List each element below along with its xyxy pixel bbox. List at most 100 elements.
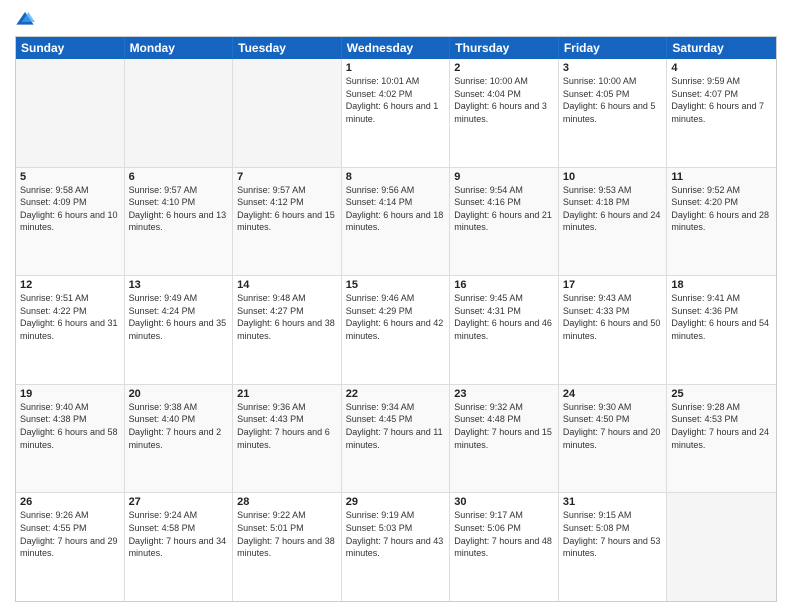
week-row-3: 19Sunrise: 9:40 AMSunset: 4:38 PMDayligh…	[16, 385, 776, 494]
day-cell-9: 9Sunrise: 9:54 AMSunset: 4:16 PMDaylight…	[450, 168, 559, 276]
sunset-text: Sunset: 4:38 PM	[20, 413, 120, 426]
day-cell-19: 19Sunrise: 9:40 AMSunset: 4:38 PMDayligh…	[16, 385, 125, 493]
day-cell-5: 5Sunrise: 9:58 AMSunset: 4:09 PMDaylight…	[16, 168, 125, 276]
cell-info: Sunrise: 9:40 AMSunset: 4:38 PMDaylight:…	[20, 401, 120, 451]
cell-info: Sunrise: 9:52 AMSunset: 4:20 PMDaylight:…	[671, 184, 772, 234]
day-cell-4: 4Sunrise: 9:59 AMSunset: 4:07 PMDaylight…	[667, 59, 776, 167]
sunrise-text: Sunrise: 9:38 AM	[129, 401, 229, 414]
sunrise-text: Sunrise: 9:43 AM	[563, 292, 663, 305]
daylight-text: Daylight: 6 hours and 15 minutes.	[237, 209, 337, 234]
day-of-week-thursday: Thursday	[450, 37, 559, 59]
daylight-text: Daylight: 7 hours and 38 minutes.	[237, 535, 337, 560]
week-row-4: 26Sunrise: 9:26 AMSunset: 4:55 PMDayligh…	[16, 493, 776, 601]
cell-info: Sunrise: 9:49 AMSunset: 4:24 PMDaylight:…	[129, 292, 229, 342]
sunset-text: Sunset: 4:14 PM	[346, 196, 446, 209]
sunrise-text: Sunrise: 9:26 AM	[20, 509, 120, 522]
sunrise-text: Sunrise: 9:49 AM	[129, 292, 229, 305]
day-number: 14	[237, 279, 337, 291]
day-cell-29: 29Sunrise: 9:19 AMSunset: 5:03 PMDayligh…	[342, 493, 451, 601]
day-number: 16	[454, 279, 554, 291]
day-number: 6	[129, 171, 229, 183]
day-cell-7: 7Sunrise: 9:57 AMSunset: 4:12 PMDaylight…	[233, 168, 342, 276]
daylight-text: Daylight: 6 hours and 18 minutes.	[346, 209, 446, 234]
day-number: 26	[20, 496, 120, 508]
sunrise-text: Sunrise: 9:58 AM	[20, 184, 120, 197]
day-cell-3: 3Sunrise: 10:00 AMSunset: 4:05 PMDayligh…	[559, 59, 668, 167]
sunset-text: Sunset: 4:53 PM	[671, 413, 772, 426]
sunset-text: Sunset: 4:07 PM	[671, 88, 772, 101]
sunrise-text: Sunrise: 9:22 AM	[237, 509, 337, 522]
empty-cell-0-1	[125, 59, 234, 167]
day-of-week-friday: Friday	[559, 37, 668, 59]
day-of-week-sunday: Sunday	[16, 37, 125, 59]
sunrise-text: Sunrise: 10:01 AM	[346, 75, 446, 88]
day-number: 2	[454, 62, 554, 74]
cell-info: Sunrise: 9:24 AMSunset: 4:58 PMDaylight:…	[129, 509, 229, 559]
empty-cell-0-0	[16, 59, 125, 167]
calendar-header: SundayMondayTuesdayWednesdayThursdayFrid…	[16, 37, 776, 59]
sunrise-text: Sunrise: 9:17 AM	[454, 509, 554, 522]
day-number: 22	[346, 388, 446, 400]
day-number: 5	[20, 171, 120, 183]
day-number: 19	[20, 388, 120, 400]
daylight-text: Daylight: 6 hours and 54 minutes.	[671, 317, 772, 342]
daylight-text: Daylight: 7 hours and 48 minutes.	[454, 535, 554, 560]
cell-info: Sunrise: 9:59 AMSunset: 4:07 PMDaylight:…	[671, 75, 772, 125]
sunrise-text: Sunrise: 9:15 AM	[563, 509, 663, 522]
day-number: 27	[129, 496, 229, 508]
day-cell-14: 14Sunrise: 9:48 AMSunset: 4:27 PMDayligh…	[233, 276, 342, 384]
sunrise-text: Sunrise: 9:51 AM	[20, 292, 120, 305]
cell-info: Sunrise: 10:00 AMSunset: 4:05 PMDaylight…	[563, 75, 663, 125]
sunset-text: Sunset: 4:05 PM	[563, 88, 663, 101]
sunset-text: Sunset: 4:31 PM	[454, 305, 554, 318]
page: SundayMondayTuesdayWednesdayThursdayFrid…	[0, 0, 792, 612]
daylight-text: Daylight: 7 hours and 15 minutes.	[454, 426, 554, 451]
daylight-text: Daylight: 6 hours and 3 minutes.	[454, 100, 554, 125]
day-number: 8	[346, 171, 446, 183]
empty-cell-4-6	[667, 493, 776, 601]
cell-info: Sunrise: 10:00 AMSunset: 4:04 PMDaylight…	[454, 75, 554, 125]
sunrise-text: Sunrise: 9:57 AM	[129, 184, 229, 197]
day-number: 30	[454, 496, 554, 508]
daylight-text: Daylight: 7 hours and 29 minutes.	[20, 535, 120, 560]
day-cell-16: 16Sunrise: 9:45 AMSunset: 4:31 PMDayligh…	[450, 276, 559, 384]
daylight-text: Daylight: 7 hours and 53 minutes.	[563, 535, 663, 560]
day-cell-10: 10Sunrise: 9:53 AMSunset: 4:18 PMDayligh…	[559, 168, 668, 276]
sunset-text: Sunset: 4:24 PM	[129, 305, 229, 318]
day-cell-6: 6Sunrise: 9:57 AMSunset: 4:10 PMDaylight…	[125, 168, 234, 276]
sunset-text: Sunset: 4:50 PM	[563, 413, 663, 426]
day-cell-26: 26Sunrise: 9:26 AMSunset: 4:55 PMDayligh…	[16, 493, 125, 601]
sunrise-text: Sunrise: 9:53 AM	[563, 184, 663, 197]
sunrise-text: Sunrise: 9:46 AM	[346, 292, 446, 305]
sunrise-text: Sunrise: 9:57 AM	[237, 184, 337, 197]
week-row-2: 12Sunrise: 9:51 AMSunset: 4:22 PMDayligh…	[16, 276, 776, 385]
cell-info: Sunrise: 9:57 AMSunset: 4:10 PMDaylight:…	[129, 184, 229, 234]
day-number: 29	[346, 496, 446, 508]
daylight-text: Daylight: 6 hours and 10 minutes.	[20, 209, 120, 234]
sunrise-text: Sunrise: 9:34 AM	[346, 401, 446, 414]
sunrise-text: Sunrise: 9:28 AM	[671, 401, 772, 414]
day-cell-28: 28Sunrise: 9:22 AMSunset: 5:01 PMDayligh…	[233, 493, 342, 601]
day-cell-25: 25Sunrise: 9:28 AMSunset: 4:53 PMDayligh…	[667, 385, 776, 493]
empty-cell-0-2	[233, 59, 342, 167]
sunset-text: Sunset: 4:55 PM	[20, 522, 120, 535]
cell-info: Sunrise: 9:51 AMSunset: 4:22 PMDaylight:…	[20, 292, 120, 342]
daylight-text: Daylight: 6 hours and 35 minutes.	[129, 317, 229, 342]
day-of-week-tuesday: Tuesday	[233, 37, 342, 59]
daylight-text: Daylight: 6 hours and 21 minutes.	[454, 209, 554, 234]
day-number: 18	[671, 279, 772, 291]
sunrise-text: Sunrise: 10:00 AM	[454, 75, 554, 88]
daylight-text: Daylight: 6 hours and 7 minutes.	[671, 100, 772, 125]
day-cell-22: 22Sunrise: 9:34 AMSunset: 4:45 PMDayligh…	[342, 385, 451, 493]
cell-info: Sunrise: 9:34 AMSunset: 4:45 PMDaylight:…	[346, 401, 446, 451]
sunset-text: Sunset: 4:22 PM	[20, 305, 120, 318]
sunset-text: Sunset: 4:29 PM	[346, 305, 446, 318]
sunset-text: Sunset: 4:43 PM	[237, 413, 337, 426]
cell-info: Sunrise: 9:17 AMSunset: 5:06 PMDaylight:…	[454, 509, 554, 559]
daylight-text: Daylight: 7 hours and 24 minutes.	[671, 426, 772, 451]
sunset-text: Sunset: 4:18 PM	[563, 196, 663, 209]
daylight-text: Daylight: 6 hours and 46 minutes.	[454, 317, 554, 342]
day-number: 21	[237, 388, 337, 400]
day-cell-31: 31Sunrise: 9:15 AMSunset: 5:08 PMDayligh…	[559, 493, 668, 601]
sunrise-text: Sunrise: 9:41 AM	[671, 292, 772, 305]
